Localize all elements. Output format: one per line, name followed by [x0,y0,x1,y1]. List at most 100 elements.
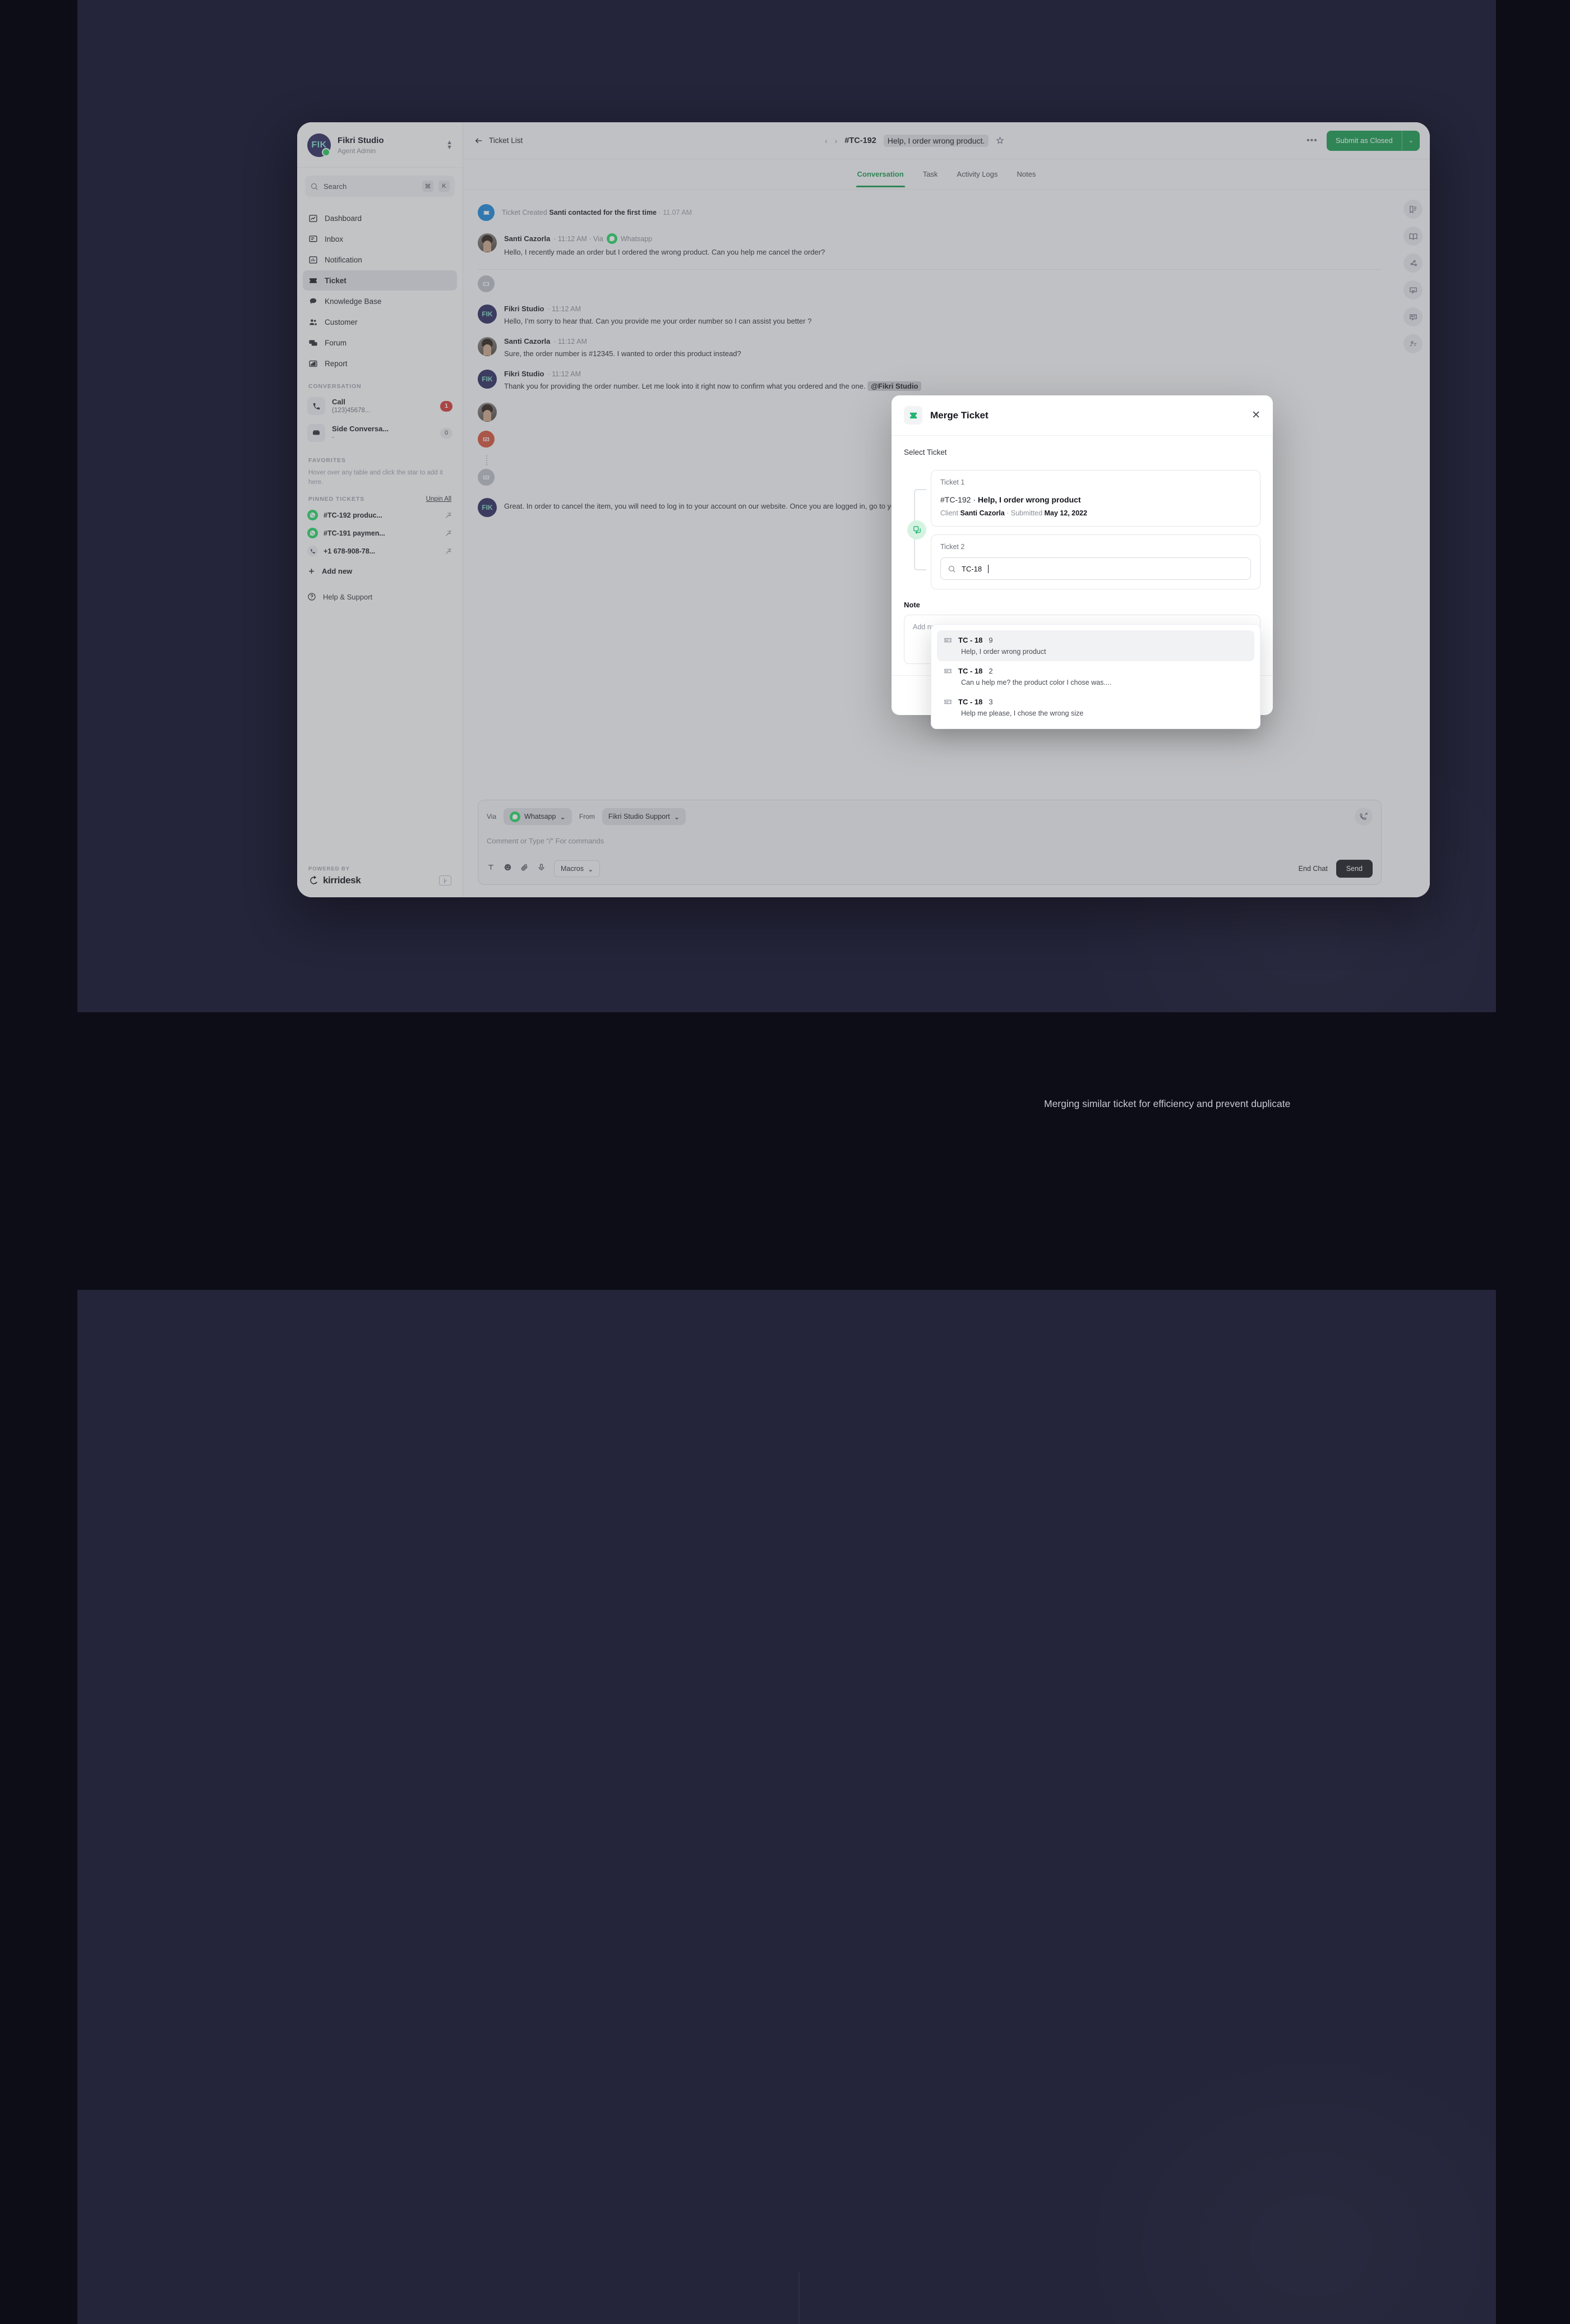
avatar: FIK [478,370,497,389]
more-options-button[interactable]: ••• [1306,136,1318,146]
option-id-tail: 2 [989,667,993,675]
dialog-title: Merge Ticket [930,409,989,421]
sidebar-item-report[interactable]: Report [303,353,457,374]
help-support-button[interactable]: Help & Support [303,589,457,604]
option-id: TC - 18 [958,698,983,706]
pinned-ticket-item[interactable]: +1 678-908-78... [303,543,457,559]
search-input[interactable]: Search ⌘ K [305,176,455,197]
via-label: Via [487,813,497,820]
end-chat-button[interactable]: End Chat [1299,865,1328,873]
call-out-button[interactable] [1355,808,1373,826]
next-ticket-button[interactable]: › [835,136,838,145]
tab-notes[interactable]: Notes [1015,161,1037,187]
tab-conversation[interactable]: Conversation [856,161,905,187]
sidebar-item-notification[interactable]: Notification [303,250,457,270]
sidebar-conversation-call[interactable]: Call (123)45678... 1 [303,394,457,418]
chevron-updown-icon[interactable]: ▲ ▼ [446,139,452,150]
sidebar-nav: Dashboard Inbox Notification Ticket Know… [297,202,463,374]
message-header: Santi Cazorla · 11:12 AM [504,337,587,346]
sidebar-item-label: Knowledge Base [325,297,382,306]
tabs: Conversation Task Activity Logs Notes [463,159,1430,190]
chevron-down-icon: ⌄ [560,813,566,821]
option-id-tail: 9 [989,636,993,644]
timeline-event: Ticket Created Santi contacted for the f… [478,201,1382,229]
sidebar-item-dashboard[interactable]: Dashboard [303,208,457,228]
help-support-label: Help & Support [323,592,373,601]
knowledge-base-icon [310,298,317,304]
kirridesk-logo: kirridesk [308,875,361,886]
sidebar-item-label: Ticket [325,276,347,285]
count-badge: 0 [440,427,452,439]
workspace-switcher[interactable]: FIK Fikri Studio Agent Admin ▲ ▼ [297,122,463,166]
pinned-ticket-item[interactable]: #TC-192 produc... [303,507,457,523]
channel-value: Whatsapp [524,813,556,820]
pinned-ticket-item[interactable]: #TC-191 paymen... [303,525,457,541]
unpin-all-button[interactable]: Unpin All [426,496,451,502]
ticket-icon [310,278,317,283]
sidebar-conversation-side[interactable]: Side Conversa... - 0 [303,421,457,445]
sidebar-item-inbox[interactable]: Inbox [303,229,457,249]
inbox-icon [309,235,317,242]
composer-wrapper: Via Whatsapp ⌄ From Fikri Studio Support [463,800,1396,897]
add-new-button[interactable]: Add new [303,564,457,578]
mention-chip[interactable]: @Fikri Studio [867,381,922,391]
prev-ticket-button[interactable]: ‹ [825,136,828,145]
search-placeholder: Search [324,182,347,191]
sidebar-item-label: Notification [325,255,362,264]
favorites-section-label: FAVORITES [308,457,346,464]
sidebar: FIK Fikri Studio Agent Admin ▲ ▼ Search ⌘… [297,122,463,897]
tab-activity-logs[interactable]: Activity Logs [955,161,999,187]
ticket-slot-1[interactable]: Ticket 1 #TC-192 · Help, I order wrong p… [931,470,1260,527]
back-to-ticket-list-button[interactable]: Ticket List [474,136,523,145]
message-input[interactable]: Comment or Type “/” For commands [487,826,1373,860]
ticket-search-dropdown[interactable]: TC - 18 9 Help, I order wrong product TC … [931,624,1260,729]
contact-card-rail-button[interactable] [1403,307,1423,326]
unpin-icon[interactable] [445,547,452,555]
star-icon[interactable] [996,136,1004,145]
microphone-icon[interactable] [537,863,546,874]
from-select[interactable]: Fikri Studio Support ⌄ [602,808,686,825]
chevron-down-icon[interactable]: ⌄ [1402,131,1420,151]
submit-as-closed-button[interactable]: Submit as Closed ⌄ [1326,130,1420,151]
dropdown-option[interactable]: TC - 18 9 Help, I order wrong product [937,630,1254,661]
macros-select[interactable]: Macros ⌄ [554,860,601,877]
sidebar-item-forum[interactable]: Forum [303,333,457,353]
unpin-icon[interactable] [445,529,452,537]
select-ticket-label: Select Ticket [904,448,947,457]
message-time: 11:12 AM [552,305,581,313]
channel-select[interactable]: Whatsapp ⌄ [504,808,572,825]
sidebar-item-knowledge-base[interactable]: Knowledge Base [303,291,457,311]
conversation-title: Side Conversa... [332,425,389,434]
powered-by-label: POWERED BY [308,866,350,872]
close-icon[interactable]: ✕ [1252,410,1260,421]
message-time: 11:12 AM [552,370,581,378]
tab-task[interactable]: Task [922,161,939,187]
add-new-label: Add new [322,567,353,576]
attachment-icon[interactable] [520,863,529,874]
dropdown-option[interactable]: TC - 18 3 Help me please, I chose the wro… [937,692,1254,723]
topbar: Ticket List ‹ › #TC-192 Help, I order wr… [463,122,1430,159]
option-id: TC - 18 [958,667,983,675]
sidebar-item-customer[interactable]: Customer [303,312,457,332]
avatar: FIK [478,305,497,324]
sidebar-item-ticket[interactable]: Ticket [303,270,457,290]
ticket-details-rail-button[interactable] [1403,200,1423,219]
knowledge-rail-button[interactable] [1403,227,1423,246]
ticket-icon [944,668,952,674]
send-button[interactable]: Send [1336,860,1373,878]
collapse-sidebar-button[interactable]: |‹ [439,875,451,886]
linked-rail-button[interactable] [1403,253,1423,273]
ticket-subject-input[interactable]: Help, I order wrong product. [883,134,989,147]
unpin-icon[interactable] [445,511,452,519]
emoji-icon[interactable] [504,863,512,874]
chat-rail-button[interactable] [1403,280,1423,299]
dropdown-option[interactable]: TC - 18 2 Can u help me? the product colo… [937,661,1254,692]
showcase-panel-1: FIK Fikri Studio Agent Admin ▲ ▼ Search ⌘… [77,0,1496,1012]
ticket-slot-2[interactable]: Ticket 2 TC-18 [931,534,1260,589]
submitted-label: Submitted [1010,509,1043,517]
ticket-search-input[interactable]: TC-18 [940,557,1251,580]
text-format-icon[interactable] [487,863,495,874]
from-value: Fikri Studio Support [608,813,670,820]
agent-rail-button[interactable] [1403,334,1423,353]
notification-icon [309,256,317,264]
